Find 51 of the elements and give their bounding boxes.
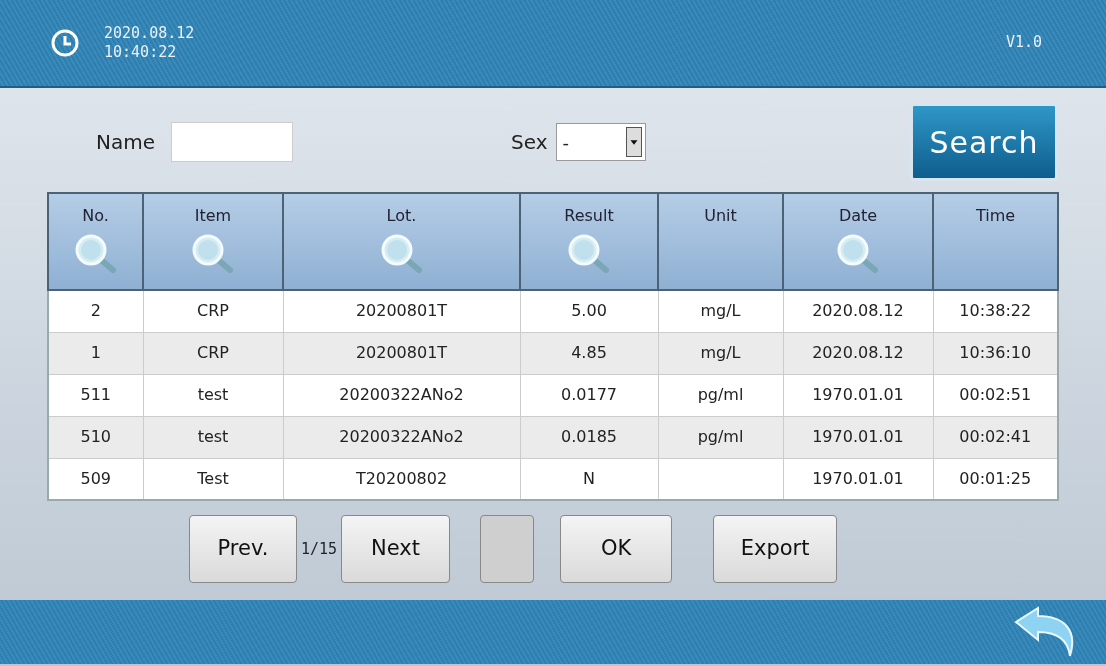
column-header[interactable]: Unit — [658, 193, 783, 290]
table-cell: 511 — [48, 374, 143, 416]
table-cell: 4.85 — [520, 332, 658, 374]
table-cell: 2020.08.12 — [783, 290, 933, 332]
ok-button[interactable]: OK — [560, 515, 673, 583]
table-cell: 10:36:10 — [933, 332, 1058, 374]
prev-button[interactable]: Prev. — [188, 515, 297, 583]
table-cell: CRP — [143, 290, 283, 332]
page-indicator: 1/15 — [300, 538, 338, 560]
export-button[interactable]: Export — [713, 515, 838, 583]
table-cell: mg/L — [658, 290, 783, 332]
table-cell: 2020.08.12 — [783, 332, 933, 374]
column-header[interactable]: No. — [48, 193, 143, 290]
table-cell: 510 — [48, 416, 143, 458]
table-cell: CRP — [143, 332, 283, 374]
column-header[interactable]: Date — [783, 193, 933, 290]
table-cell: test — [143, 374, 283, 416]
time-text: 10:40:22 — [104, 43, 178, 63]
table-cell: 1970.01.01 — [783, 374, 933, 416]
table-cell: test — [143, 416, 283, 458]
table-cell: 0.0185 — [520, 416, 658, 458]
table-cell: 1 — [48, 332, 143, 374]
table-cell: 5.00 — [520, 290, 658, 332]
date-text: 2020.08.12 — [104, 23, 195, 43]
table-cell: 2 — [48, 290, 143, 332]
table-cell: 0.0177 — [520, 374, 658, 416]
search-icon[interactable] — [566, 232, 612, 274]
next-button[interactable]: Next — [341, 515, 451, 583]
table-cell: 1970.01.01 — [783, 416, 933, 458]
name-label: Name — [96, 129, 155, 156]
column-header[interactable]: Item — [143, 193, 283, 290]
search-icon[interactable] — [190, 232, 236, 274]
name-field[interactable] — [171, 122, 293, 162]
table-cell: 00:02:41 — [933, 416, 1058, 458]
search-button[interactable]: Search — [910, 103, 1058, 181]
table-cell: 20200322ANo2 — [283, 374, 520, 416]
sex-dropdown[interactable]: - — [555, 123, 646, 161]
table-cell: pg/ml — [658, 416, 783, 458]
column-header[interactable]: Lot. — [283, 193, 520, 290]
clock-icon — [50, 28, 80, 58]
column-header[interactable]: Time — [933, 193, 1058, 290]
table-cell: 20200801T — [283, 290, 520, 332]
table-cell: 20200322ANo2 — [283, 416, 520, 458]
table-cell: mg/L — [658, 332, 783, 374]
version-text: V1.0 — [1005, 33, 1042, 53]
column-header[interactable]: Result — [520, 193, 658, 290]
sex-label: Sex — [511, 129, 548, 156]
table-cell: pg/ml — [658, 374, 783, 416]
search-icon[interactable] — [835, 232, 881, 274]
blank-button[interactable] — [480, 515, 535, 583]
table-cell: 20200801T — [283, 332, 520, 374]
